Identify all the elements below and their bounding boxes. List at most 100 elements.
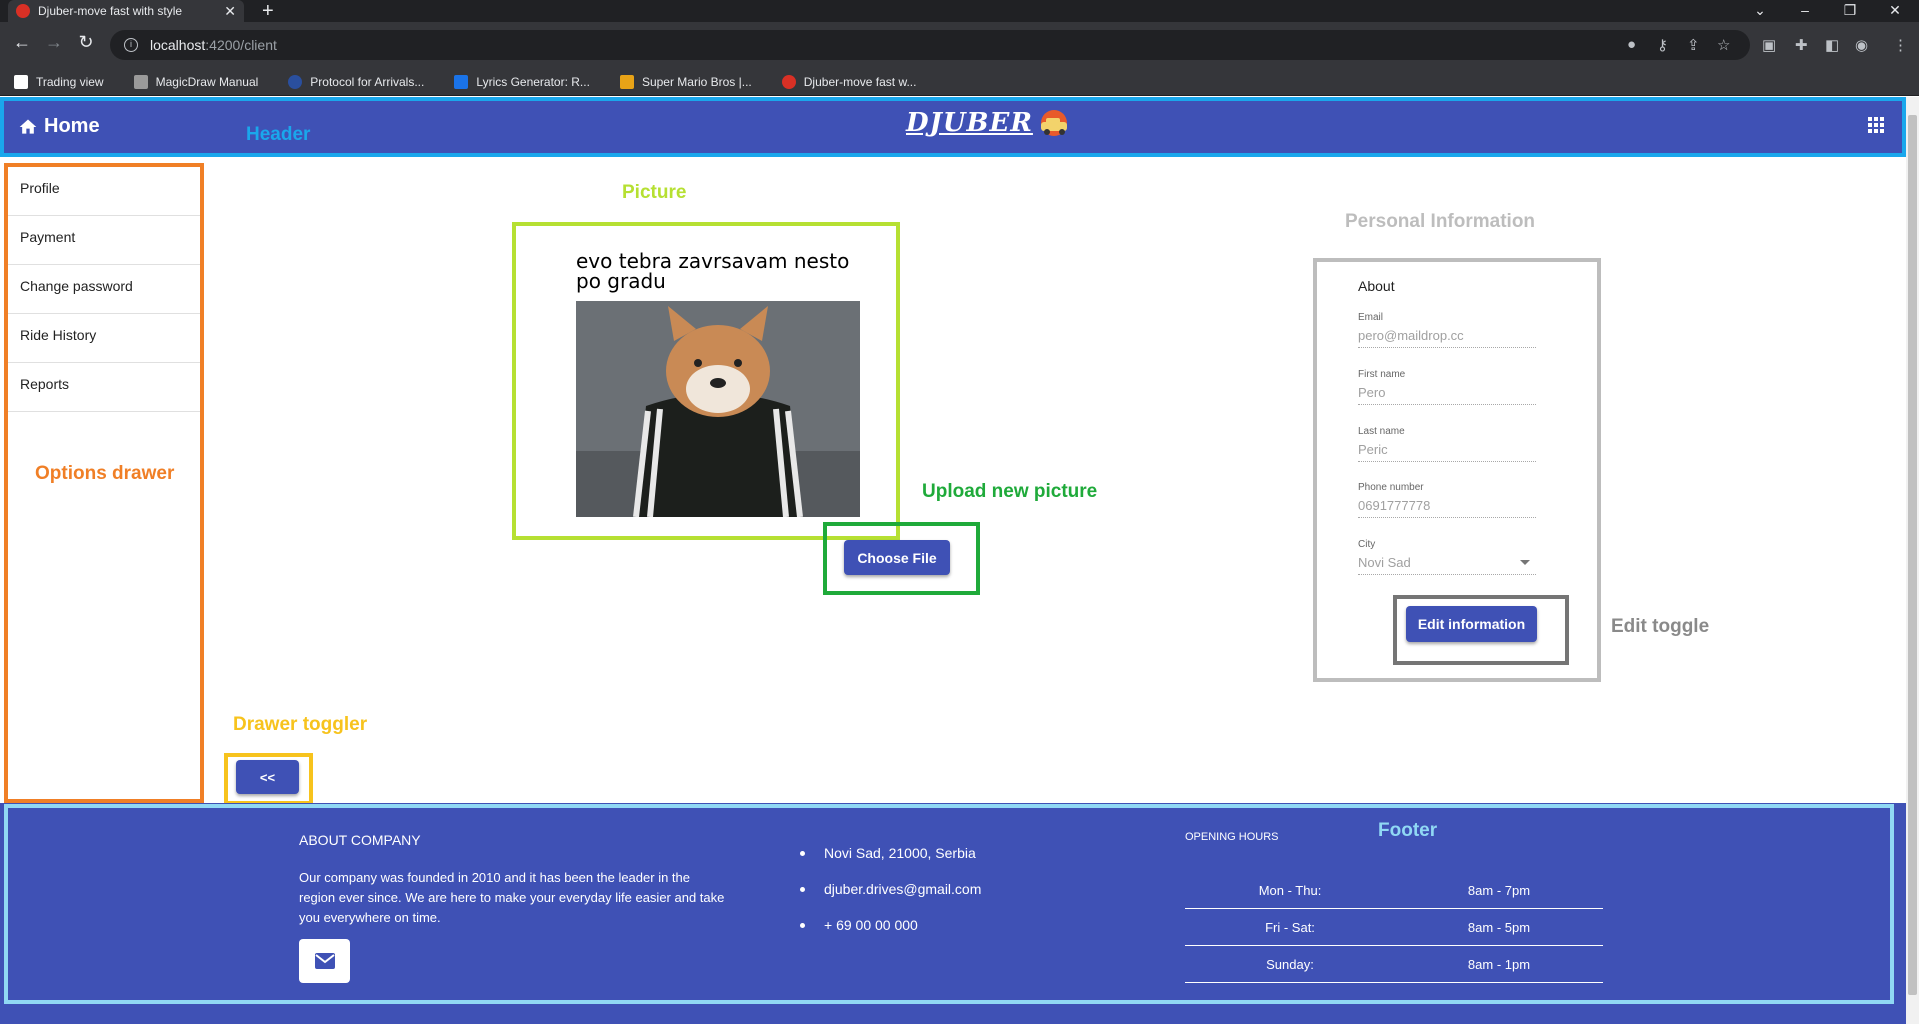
side-panel-icon[interactable]: ◧ [1825,36,1839,54]
contact-address: Novi Sad, 21000, Serbia [800,845,981,881]
bookmarks-bar: Trading view MagicDraw Manual Protocol f… [0,68,1919,96]
first-name-field[interactable]: First name Pero [1358,369,1536,405]
phone-number-label: Phone number [1358,482,1424,493]
close-window-icon[interactable]: ✕ [1880,0,1910,22]
home-link[interactable]: Home [18,115,100,138]
extension-icon[interactable]: ▣ [1762,36,1776,54]
city-value: Novi Sad [1358,555,1536,575]
mail-icon [314,953,335,969]
bookmark-label: Djuber-move fast w... [803,74,917,89]
reload-icon[interactable]: ↻ [74,32,98,53]
forward-icon[interactable]: → [42,32,66,53]
page-scrollbar[interactable] [1906,97,1919,1024]
opening-hours-table: Mon - Thu: 8am - 7pm Fri - Sat: 8am - 5p… [1185,872,1603,983]
contact-phone: + 69 00 00 000 [800,917,981,953]
hours-row: Mon - Thu: 8am - 7pm [1185,872,1603,909]
contact-email: djuber.drives@gmail.com [800,881,981,917]
tab-search-icon[interactable]: ⌄ [1745,0,1775,22]
home-label: Home [44,115,100,137]
profile-avatar-icon[interactable]: ◉ [1855,36,1868,54]
bookmark-label: Lyrics Generator: R... [476,74,590,89]
edit-information-button[interactable]: Edit information [1406,606,1537,642]
url-path: :4200/client [205,37,277,53]
footer-contact-list: Novi Sad, 21000, Serbia djuber.drives@gm… [800,845,981,953]
browser-tab-bar: Djuber-move fast with style ✕ + ⌄ – ❐ ✕ [0,0,1919,22]
email-label: Email [1358,312,1384,323]
choose-file-button[interactable]: Choose File [844,540,950,575]
brand-logo[interactable]: DJUBER [906,108,1071,138]
annotation-footer: Footer [1378,820,1438,841]
bookmark-item[interactable]: Djuber-move fast w... [781,74,917,89]
restore-icon[interactable]: ❐ [1835,0,1865,22]
back-icon[interactable]: ← [10,32,34,53]
location-icon[interactable]: ● [1627,36,1636,53]
bookmark-item[interactable]: Protocol for Arrivals... [288,74,425,89]
drawer-item-reports[interactable]: Reports [8,363,200,412]
bookmark-favicon-icon [781,74,796,89]
new-tab-icon[interactable]: + [262,0,274,22]
annotation-picture: Picture [622,182,687,203]
bookmark-label: Protocol for Arrivals... [310,74,425,89]
hours-time: 8am - 1pm [1467,956,1531,972]
home-icon [19,119,37,134]
drawer-item-payment[interactable]: Payment [8,216,200,265]
browser-tab-title: Djuber-move fast with style [38,4,183,18]
hours-day: Mon - Thu: [1258,882,1322,898]
minimize-icon[interactable]: – [1790,0,1820,22]
annotation-header: Header [246,124,311,145]
address-bar[interactable]: i localhost:4200/client [110,30,1750,60]
email-field[interactable]: Email pero@maildrop.cc [1358,312,1536,348]
puzzle-icon[interactable]: ✚ [1795,36,1808,54]
hours-time: 8am - 5pm [1467,919,1531,935]
annotation-edit-toggle: Edit toggle [1611,616,1710,637]
key-icon[interactable]: ⚷ [1657,36,1668,54]
scrollbar-thumb[interactable] [1908,115,1917,995]
hours-day: Fri - Sat: [1265,919,1315,935]
bookmark-favicon-icon [454,74,469,89]
footer-about-heading: ABOUT COMPANY [299,832,421,848]
apps-grid-icon[interactable] [1866,115,1886,135]
first-name-label: First name [1358,369,1406,380]
bookmark-item[interactable]: Super Mario Bros |... [619,74,752,89]
close-tab-icon[interactable]: ✕ [224,3,236,20]
drawer-item-ride-history[interactable]: Ride History [8,314,200,363]
mail-button[interactable] [299,939,350,983]
first-name-value: Pero [1358,385,1536,405]
hours-row: Fri - Sat: 8am - 5pm [1185,909,1603,946]
bookmark-star-icon[interactable]: ☆ [1717,36,1730,54]
logo-text: DJUBER [906,108,1033,138]
about-title: About [1358,278,1395,294]
last-name-field[interactable]: Last name Peric [1358,426,1536,462]
chevron-down-icon [1520,560,1530,565]
hours-row: Sunday: 8am - 1pm [1185,946,1603,983]
phone-number-field[interactable]: Phone number 0691777778 [1358,482,1536,518]
bookmark-item[interactable]: Trading view [14,74,104,89]
bookmark-item[interactable]: Lyrics Generator: R... [454,74,590,89]
bookmark-item[interactable]: MagicDraw Manual [133,74,258,89]
annotation-upload-new-picture: Upload new picture [922,481,1098,502]
drawer-item-change-password[interactable]: Change password [8,265,200,314]
browser-tab[interactable]: Djuber-move fast with style ✕ [8,0,244,22]
share-icon[interactable]: ⇪ [1687,36,1700,54]
phone-number-value: 0691777778 [1358,498,1536,518]
bookmark-favicon-icon [14,74,28,89]
site-info-icon[interactable]: i [124,38,138,52]
bookmark-favicon-icon [288,74,303,89]
url-host: localhost [150,37,206,53]
opening-hours-heading: OPENING HOURS [1185,831,1279,843]
drawer-item-profile[interactable]: Profile [8,167,200,216]
picture-caption: evo tebra zavrsavam nesto po gradu [576,249,850,293]
profile-picture [576,301,860,517]
browser-menu-icon[interactable]: ⋮ [1893,36,1908,54]
last-name-label: Last name [1358,426,1405,437]
annotation-drawer-toggler: Drawer toggler [233,714,368,735]
bookmark-favicon-icon [133,74,148,89]
drawer-toggle-button[interactable]: << [236,760,299,794]
city-select[interactable]: City Novi Sad [1358,539,1536,575]
browser-toolbar: ← → ↻ i localhost:4200/client ● ⚷ ⇪ ☆ ▣ … [0,22,1919,68]
annotation-personal-information: Personal Information [1345,211,1536,232]
footer-about-text: Our company was founded in 2010 and it h… [299,870,725,925]
bookmark-label: Trading view [36,74,104,89]
bookmark-label: Super Mario Bros |... [641,74,752,89]
hours-time: 8am - 7pm [1467,882,1531,898]
